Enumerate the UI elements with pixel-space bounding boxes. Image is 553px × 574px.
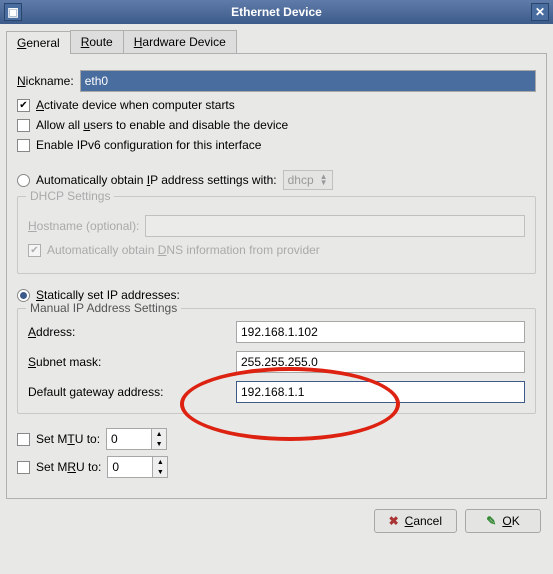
mru-input[interactable] bbox=[107, 456, 153, 478]
panel-general: Nickname: Activate device when computer … bbox=[6, 54, 547, 499]
titlebar: ▣ Ethernet Device ✕ bbox=[0, 0, 553, 24]
manual-frame-title: Manual IP Address Settings bbox=[26, 301, 181, 315]
window-menu-icon[interactable]: ▣ bbox=[4, 3, 22, 21]
nickname-input[interactable] bbox=[80, 70, 536, 92]
subnet-input[interactable] bbox=[236, 351, 525, 373]
auto-dns-label: Automatically obtain DNS information fro… bbox=[47, 243, 320, 257]
activate-on-start-checkbox[interactable] bbox=[17, 99, 30, 112]
mtu-spinner[interactable]: ▲▼ bbox=[152, 428, 167, 450]
chevron-down-icon[interactable]: ▼ bbox=[153, 467, 167, 477]
dhcp-settings-frame: DHCP Settings Hostname (optional): Autom… bbox=[17, 196, 536, 274]
window-title: Ethernet Device bbox=[231, 5, 322, 19]
chevron-up-icon[interactable]: ▲ bbox=[153, 457, 167, 467]
hostname-input bbox=[145, 215, 525, 237]
tab-route[interactable]: Route bbox=[70, 30, 124, 53]
cancel-button[interactable]: ✖ Cancel bbox=[374, 509, 457, 533]
tab-general[interactable]: General bbox=[6, 31, 71, 54]
set-mru-checkbox[interactable] bbox=[17, 461, 30, 474]
activate-on-start-label: Activate device when computer starts bbox=[36, 98, 235, 112]
subnet-label: Subnet mask: bbox=[28, 355, 228, 369]
address-input[interactable] bbox=[236, 321, 525, 343]
chevron-down-icon[interactable]: ▼ bbox=[152, 439, 166, 449]
spin-icon: ▲▼ bbox=[320, 174, 328, 186]
static-ip-label: Statically set IP addresses: bbox=[36, 288, 180, 302]
set-mtu-label: Set MTU to: bbox=[36, 432, 100, 446]
auto-ip-label: Automatically obtain IP address settings… bbox=[36, 173, 277, 187]
gateway-input[interactable] bbox=[236, 381, 525, 403]
mru-spinner[interactable]: ▲▼ bbox=[153, 456, 168, 478]
static-ip-radio[interactable] bbox=[17, 289, 30, 302]
dhcp-frame-title: DHCP Settings bbox=[26, 189, 114, 203]
dhcp-combo: dhcp ▲▼ bbox=[283, 170, 333, 190]
tabs: General Route Hardware Device bbox=[6, 30, 547, 54]
enable-ipv6-label: Enable IPv6 configuration for this inter… bbox=[36, 138, 261, 152]
chevron-up-icon[interactable]: ▲ bbox=[152, 429, 166, 439]
tab-hardware-device[interactable]: Hardware Device bbox=[123, 30, 237, 53]
enable-ipv6-checkbox[interactable] bbox=[17, 139, 30, 152]
set-mru-label: Set MRU to: bbox=[36, 460, 101, 474]
auto-dns-checkbox bbox=[28, 244, 41, 257]
close-icon[interactable]: ✕ bbox=[531, 3, 549, 21]
gateway-label: Default gateway address: bbox=[28, 385, 228, 399]
auto-ip-radio[interactable] bbox=[17, 174, 30, 187]
ok-button[interactable]: ✎ OK bbox=[465, 509, 541, 533]
address-label: Address: bbox=[28, 325, 228, 339]
hostname-label: Hostname (optional): bbox=[28, 219, 139, 233]
ok-icon: ✎ bbox=[486, 514, 496, 528]
allow-all-users-checkbox[interactable] bbox=[17, 119, 30, 132]
nickname-label: Nickname: bbox=[17, 74, 74, 88]
allow-all-users-label: Allow all users to enable and disable th… bbox=[36, 118, 288, 132]
cancel-icon: ✖ bbox=[389, 514, 399, 528]
manual-ip-frame: Manual IP Address Settings Address: Subn… bbox=[17, 308, 536, 414]
set-mtu-checkbox[interactable] bbox=[17, 433, 30, 446]
mtu-input[interactable] bbox=[106, 428, 152, 450]
